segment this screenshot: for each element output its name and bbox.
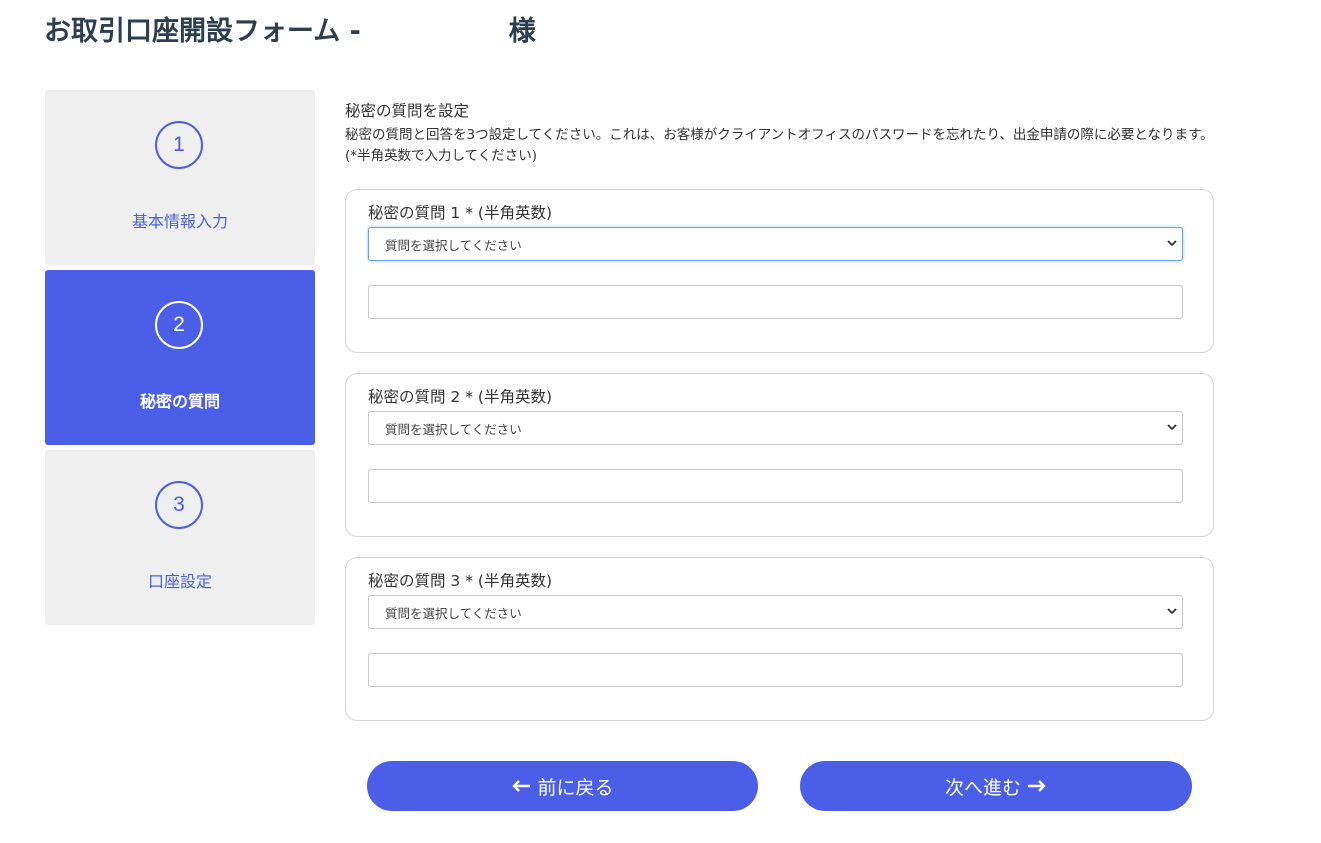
step-label: 秘密の質問 [139, 392, 220, 411]
chevron-down-icon [1167, 424, 1177, 431]
question-label-1: 秘密の質問 1 * (半角英数) [368, 204, 552, 222]
question-select-1[interactable]: 質問を選択してください [368, 227, 1183, 261]
question-select-2[interactable]: 質問を選択してください [368, 411, 1183, 445]
answer-input-3[interactable] [368, 653, 1183, 687]
question-label-2: 秘密の質問 2 * (半角英数) [368, 388, 552, 406]
prev-button[interactable]: 前に戻る [367, 761, 758, 811]
chevron-down-icon [1167, 608, 1177, 615]
step-number-circle: 3 [155, 481, 203, 529]
question-card-3: 秘密の質問 3 * (半角英数) 質問を選択してください [345, 557, 1214, 721]
page-title: お取引口座開設フォーム - 様 [44, 10, 536, 47]
step-number-circle: 2 [155, 301, 203, 349]
question-card-2: 秘密の質問 2 * (半角英数) 質問を選択してください [345, 373, 1214, 537]
section-title: 秘密の質問を設定 [345, 102, 470, 120]
question-label-3: 秘密の質問 3 * (半角英数) [368, 572, 552, 590]
prev-button-label: 前に戻る [537, 776, 614, 799]
question-select-3[interactable]: 質問を選択してください [368, 595, 1183, 629]
step-secret-question[interactable]: 2 秘密の質問 [45, 270, 315, 445]
step-number-circle: 1 [155, 121, 203, 169]
step-basic-info[interactable]: 1 基本情報入力 [45, 90, 315, 265]
answer-input-2[interactable] [368, 469, 1183, 503]
next-button[interactable]: 次へ進む [800, 761, 1192, 811]
page-title-suffix: 様 [508, 15, 536, 47]
step-sidebar: 1 基本情報入力 2 秘密の質問 3 口座設定 [45, 90, 315, 630]
chevron-down-icon [1167, 240, 1177, 247]
section-description: 秘密の質問と回答を3つ設定してください。これは、お客様がクライアントオフィスのパ… [345, 127, 1214, 164]
next-button-label: 次へ進む [944, 776, 1021, 799]
section-intro: 秘密の質問を設定 秘密の質問と回答を3つ設定してください。これは、お客様がクライ… [345, 100, 1215, 167]
page-title-text: お取引口座開設フォーム - [44, 15, 361, 47]
question-select-value: 質問を選択してください [385, 237, 522, 253]
arrow-left-icon [512, 780, 531, 792]
question-select-value: 質問を選択してください [385, 421, 522, 437]
answer-input-1[interactable] [368, 285, 1183, 319]
question-card-1: 秘密の質問 1 * (半角英数) 質問を選択してください [345, 189, 1214, 353]
step-label: 口座設定 [147, 572, 212, 591]
question-select-value: 質問を選択してください [385, 605, 522, 621]
step-label: 基本情報入力 [131, 212, 228, 231]
arrow-right-icon [1028, 780, 1046, 792]
step-account-settings[interactable]: 3 口座設定 [45, 450, 315, 625]
